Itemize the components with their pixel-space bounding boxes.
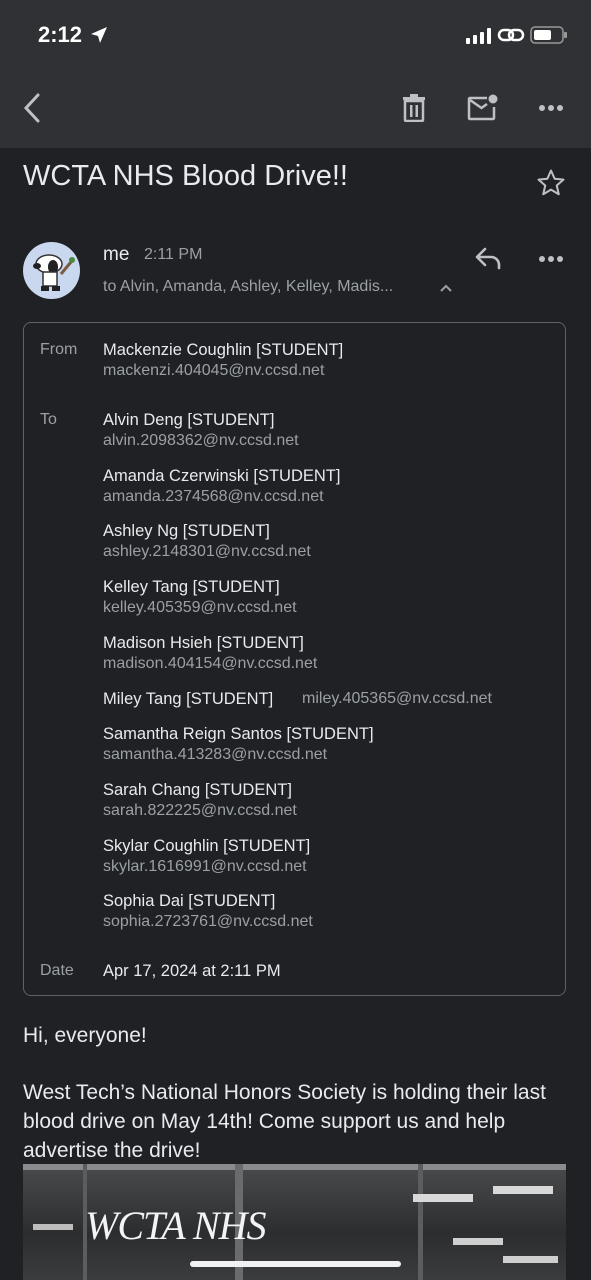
recipients-summary[interactable]: to Alvin, Amanda, Ashley, Kelley, Madis.… [103, 278, 393, 296]
email-greeting: Hi, everyone! [23, 1024, 147, 1047]
recipient-email[interactable]: samantha.413283@nv.ccsd.net [103, 746, 327, 764]
home-indicator[interactable] [190, 1261, 401, 1267]
from-email[interactable]: mackenzi.404045@nv.ccsd.net [103, 362, 324, 380]
recipient-name[interactable]: Madison Hsieh [STUDENT] [103, 634, 304, 653]
recipient-email[interactable]: kelley.405359@nv.ccsd.net [103, 599, 297, 617]
recipient-name[interactable]: Kelley Tang [STUDENT] [103, 578, 280, 597]
recipient-name[interactable]: Amanda Czerwinski [STUDENT] [103, 467, 340, 486]
top-bar [0, 0, 591, 148]
poster-title: WCTA NHS [85, 1203, 267, 1248]
date-label: Date [40, 962, 74, 979]
recipient-email[interactable]: ashley.2148301@nv.ccsd.net [103, 543, 311, 561]
email-body-paragraph: West Tech’s National Honors Society is h… [23, 1081, 546, 1162]
star-icon[interactable] [536, 168, 566, 198]
location-arrow-icon [91, 27, 107, 43]
mail-unread-icon[interactable] [467, 94, 499, 122]
snoopy-avatar-icon [33, 254, 75, 291]
recipient-email[interactable]: madison.404154@nv.ccsd.net [103, 655, 317, 673]
recipient-name[interactable]: Miley Tang [STUDENT] [103, 690, 273, 709]
recipient-email[interactable]: skylar.1616991@nv.ccsd.net [103, 858, 307, 876]
chevron-up-icon[interactable] [440, 284, 452, 292]
to-label: To [40, 411, 57, 428]
status-time: 2:12 [38, 22, 83, 47]
recipient-email[interactable]: sarah.822225@nv.ccsd.net [103, 802, 297, 820]
recipient-email[interactable]: alvin.2098362@nv.ccsd.net [103, 432, 299, 450]
email-subject: WCTA NHS Blood Drive!! [23, 160, 348, 192]
battery-icon [530, 26, 567, 44]
sender-name: me [103, 244, 130, 265]
cellular-signal-icon [466, 28, 491, 44]
sent-time: 2:11 PM [144, 246, 203, 263]
recipient-name[interactable]: Sophia Dai [STUDENT] [103, 892, 275, 911]
recipient-name[interactable]: Sarah Chang [STUDENT] [103, 781, 292, 800]
recipient-email[interactable]: amanda.2374568@nv.ccsd.net [103, 488, 324, 506]
date-value: Apr 17, 2024 at 2:11 PM [103, 962, 281, 980]
recipient-name[interactable]: Samantha Reign Santos [STUDENT] [103, 725, 374, 744]
from-name[interactable]: Mackenzie Coughlin [STUDENT] [103, 341, 343, 360]
trash-icon[interactable] [402, 94, 426, 122]
reply-icon[interactable] [474, 246, 502, 270]
chevron-left-icon[interactable] [20, 92, 44, 124]
recipient-name[interactable]: Skylar Coughlin [STUDENT] [103, 837, 310, 856]
from-label: From [40, 341, 78, 358]
personal-hotspot-icon [497, 28, 525, 42]
recipient-email[interactable]: miley.405365@nv.ccsd.net [302, 690, 492, 708]
recipient-email[interactable]: sophia.2723761@nv.ccsd.net [103, 913, 313, 931]
recipient-name[interactable]: Alvin Deng [STUDENT] [103, 411, 274, 430]
more-horizontal-icon[interactable] [538, 104, 564, 112]
more-horizontal-icon[interactable] [538, 255, 564, 263]
avatar[interactable] [23, 242, 80, 299]
recipient-name[interactable]: Ashley Ng [STUDENT] [103, 522, 270, 541]
